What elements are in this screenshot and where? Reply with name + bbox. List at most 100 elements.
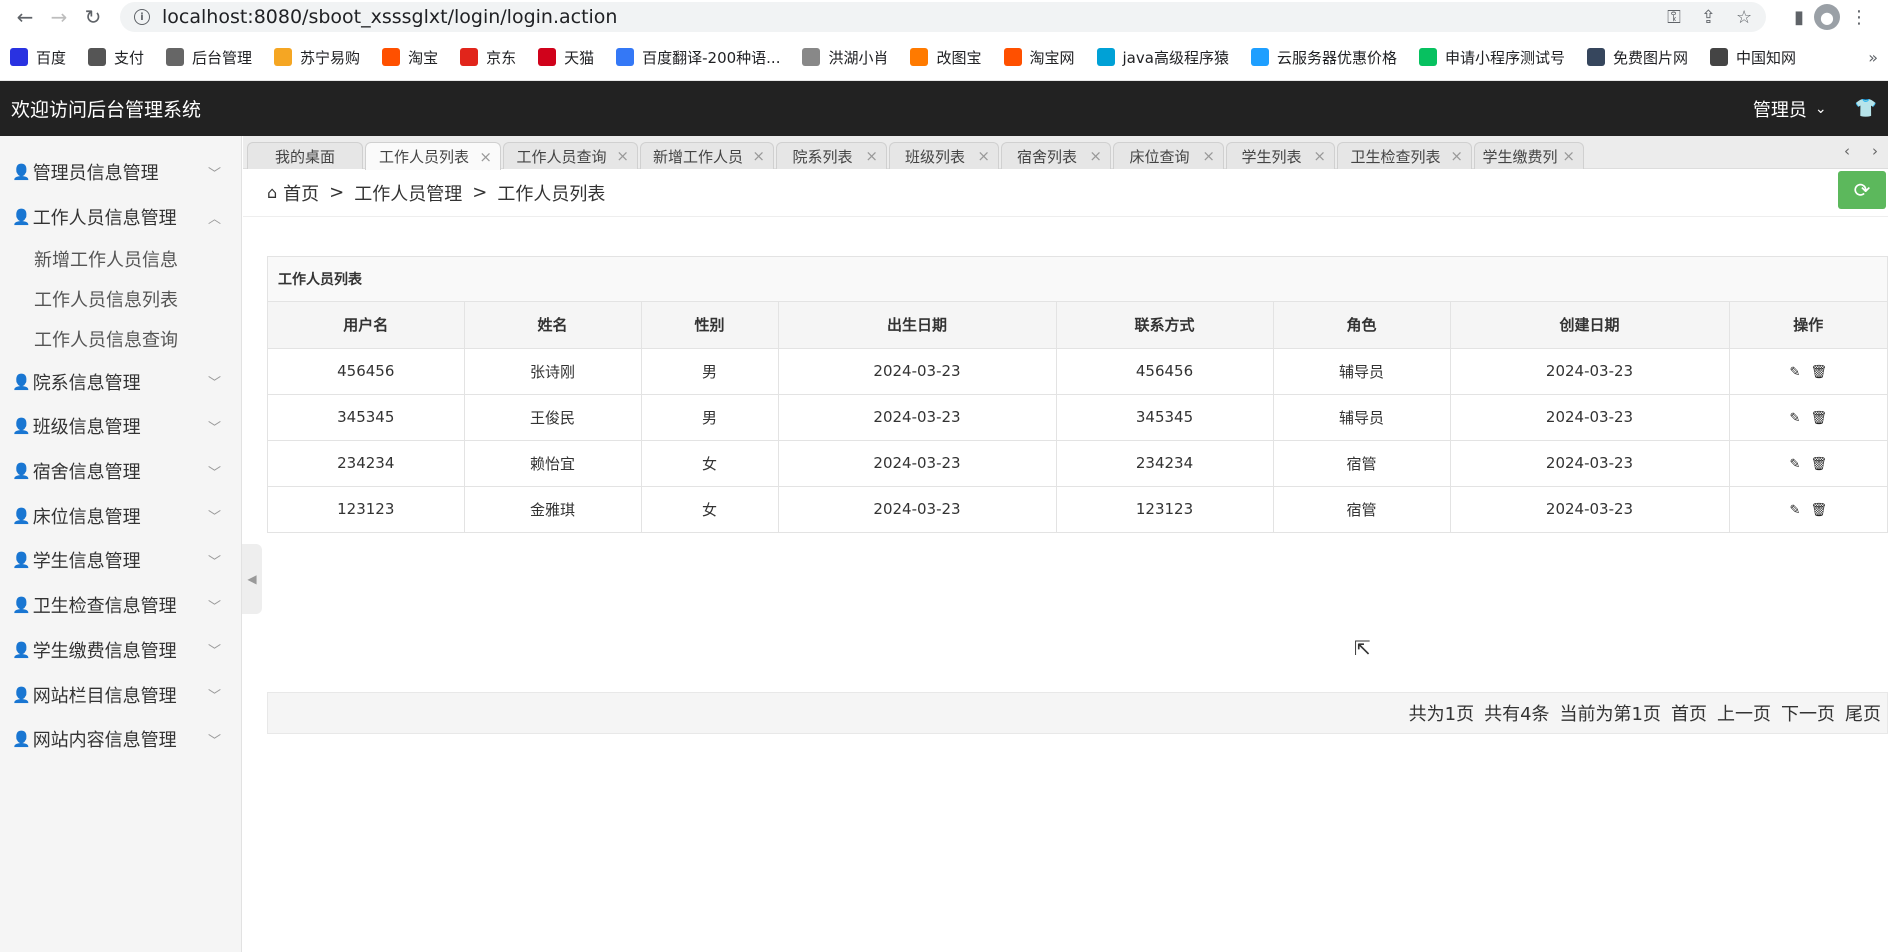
- site-info-icon[interactable]: i: [134, 9, 150, 25]
- breadcrumb-home[interactable]: 首页: [283, 180, 319, 206]
- bookmark-label[interactable]: 云服务器优惠价格: [1277, 47, 1397, 68]
- delete-trash-icon[interactable]: 🗑: [1810, 503, 1827, 518]
- sidebar-item-label[interactable]: 床位信息管理: [33, 503, 141, 529]
- sidebar-item[interactable]: 👤 网站栏目信息管理 ﹀: [0, 672, 241, 717]
- chevron-down-icon[interactable]: ﹀: [208, 596, 221, 615]
- chevron-up-icon[interactable]: ︿: [208, 208, 221, 227]
- sidebar-item[interactable]: 👤 网站内容信息管理 ﹀: [0, 717, 241, 762]
- tab[interactable]: 院系列表 ×: [776, 142, 887, 169]
- key-icon[interactable]: ⚿: [1667, 7, 1681, 28]
- tab-label[interactable]: 班级列表: [905, 146, 965, 167]
- tab-label[interactable]: 卫生检查列表: [1350, 146, 1440, 167]
- sidebar-item[interactable]: 👤 管理员信息管理 ﹀: [0, 150, 241, 195]
- chevron-down-icon[interactable]: ﹀: [208, 462, 221, 481]
- close-icon[interactable]: ×: [752, 147, 765, 165]
- delete-trash-icon[interactable]: 🗑: [1810, 365, 1827, 380]
- bookmark-label[interactable]: 后台管理: [192, 47, 252, 68]
- tab[interactable]: 床位查询 ×: [1113, 142, 1224, 169]
- bookmark-item[interactable]: 后台管理: [166, 47, 252, 68]
- bookmark-item[interactable]: 淘宝: [382, 47, 438, 68]
- bookmark-label[interactable]: 免费图片网: [1613, 47, 1688, 68]
- bookmark-label[interactable]: 天猫: [564, 47, 594, 68]
- tab[interactable]: 学生缴费列 ×: [1474, 142, 1584, 169]
- sidebar-item[interactable]: 👤 班级信息管理 ﹀: [0, 404, 241, 449]
- pager-first-link[interactable]: 首页: [1671, 700, 1707, 726]
- bookmark-label[interactable]: 申请小程序测试号: [1445, 47, 1565, 68]
- sidebar-item[interactable]: 👤 宿舍信息管理 ﹀: [0, 449, 241, 494]
- chevron-down-icon[interactable]: ﹀: [208, 506, 221, 525]
- close-icon[interactable]: ×: [865, 147, 878, 165]
- address-bar[interactable]: i localhost:8080/sboot_xsssglxt/login/lo…: [120, 2, 1767, 32]
- theme-shirt-icon[interactable]: 👕: [1855, 98, 1877, 119]
- chevron-down-icon[interactable]: ﹀: [208, 685, 221, 704]
- sidebar-subitem[interactable]: 新增工作人员信息: [0, 239, 241, 279]
- reload-icon[interactable]: ↻: [78, 2, 108, 32]
- close-icon[interactable]: ×: [1450, 147, 1463, 165]
- bookmark-item[interactable]: 洪湖小肖: [802, 47, 888, 68]
- chevron-down-icon[interactable]: ﹀: [208, 640, 221, 659]
- close-icon[interactable]: ×: [977, 147, 990, 165]
- sidebar-item-label[interactable]: 管理员信息管理: [33, 159, 159, 185]
- edit-pencil-icon[interactable]: ✎: [1790, 503, 1801, 518]
- delete-trash-icon[interactable]: 🗑: [1810, 411, 1827, 426]
- bookmark-label[interactable]: 中国知网: [1736, 47, 1796, 68]
- tab-label[interactable]: 工作人员查询: [516, 146, 606, 167]
- edit-pencil-icon[interactable]: ✎: [1790, 457, 1801, 472]
- close-icon[interactable]: ×: [1089, 147, 1102, 165]
- sidebar-item-label[interactable]: 网站栏目信息管理: [33, 682, 177, 708]
- bookmark-item[interactable]: 京东: [460, 47, 516, 68]
- bookmark-label[interactable]: 洪湖小肖: [828, 47, 888, 68]
- bookmark-label[interactable]: java高级程序猿: [1123, 47, 1229, 68]
- tab[interactable]: 工作人员列表 ×: [365, 142, 501, 170]
- bookmark-label[interactable]: 淘宝网: [1030, 47, 1075, 68]
- chevron-down-icon[interactable]: ﹀: [208, 372, 221, 391]
- user-menu[interactable]: 管理员 ⌄ 👕: [1753, 96, 1877, 122]
- bookmark-item[interactable]: 云服务器优惠价格: [1250, 47, 1397, 68]
- tab-label[interactable]: 新增工作人员: [653, 146, 743, 167]
- sidebar-item[interactable]: 👤 学生缴费信息管理 ﹀: [0, 628, 241, 673]
- sidebar-item-label[interactable]: 网站内容信息管理: [33, 726, 177, 752]
- user-name[interactable]: 管理员: [1753, 96, 1807, 122]
- sidebar-item-label[interactable]: 班级信息管理: [33, 413, 141, 439]
- chevron-down-icon[interactable]: ﹀: [208, 163, 221, 182]
- tab[interactable]: 卫生检查列表 ×: [1337, 142, 1472, 169]
- chevron-down-icon[interactable]: ⌄: [1815, 101, 1827, 117]
- sidebar-item[interactable]: 👤 床位信息管理 ﹀: [0, 493, 241, 538]
- tab-label[interactable]: 学生列表: [1241, 146, 1301, 167]
- bookmark-item[interactable]: 百度: [10, 47, 66, 68]
- sidebar-subitem[interactable]: 工作人员信息查询: [0, 319, 241, 359]
- bookmark-item[interactable]: 天猫: [538, 47, 594, 68]
- tab[interactable]: 新增工作人员 ×: [640, 142, 774, 169]
- url-text[interactable]: localhost:8080/sboot_xsssglxt/login/logi…: [162, 6, 1647, 28]
- sidebar-item[interactable]: 👤 卫生检查信息管理 ﹀: [0, 583, 241, 628]
- bookmark-item[interactable]: java高级程序猿: [1096, 47, 1229, 68]
- chevron-down-icon[interactable]: ﹀: [208, 417, 221, 436]
- chevron-down-icon[interactable]: ﹀: [208, 551, 221, 570]
- star-icon[interactable]: ☆: [1736, 7, 1752, 28]
- pager-prev-link[interactable]: 上一页: [1717, 700, 1771, 726]
- bookmarks-overflow-icon[interactable]: »: [1868, 48, 1878, 67]
- bookmark-item[interactable]: 申请小程序测试号: [1418, 47, 1565, 68]
- bookmark-label[interactable]: 改图宝: [936, 47, 981, 68]
- tab[interactable]: 班级列表 ×: [889, 142, 999, 169]
- bookmark-label[interactable]: 支付: [114, 47, 144, 68]
- tab-label[interactable]: 宿舍列表: [1017, 146, 1077, 167]
- side-panel-icon[interactable]: ▮: [1794, 7, 1804, 28]
- pager-next-link[interactable]: 下一页: [1781, 700, 1835, 726]
- breadcrumb-level1[interactable]: 工作人员管理: [354, 180, 462, 206]
- close-icon[interactable]: ×: [1562, 147, 1575, 165]
- bookmark-item[interactable]: 苏宁易购: [274, 47, 360, 68]
- tab-scroll-left-icon[interactable]: ‹: [1844, 142, 1850, 160]
- tab-label[interactable]: 院系列表: [792, 146, 852, 167]
- bookmark-label[interactable]: 苏宁易购: [300, 47, 360, 68]
- sidebar-item[interactable]: 👤 工作人员信息管理 ︿: [0, 195, 241, 240]
- refresh-button[interactable]: ⟳: [1838, 171, 1886, 209]
- bookmark-item[interactable]: 改图宝: [910, 47, 982, 68]
- bookmark-label[interactable]: 百度: [36, 47, 66, 68]
- tab[interactable]: 宿舍列表 ×: [1001, 142, 1111, 169]
- tab[interactable]: 工作人员查询 ×: [503, 142, 638, 169]
- close-icon[interactable]: ×: [616, 147, 629, 165]
- pager-last-link[interactable]: 尾页: [1845, 700, 1881, 726]
- sidebar-item-label[interactable]: 卫生检查信息管理: [33, 592, 177, 618]
- tab-label[interactable]: 工作人员列表: [379, 146, 469, 167]
